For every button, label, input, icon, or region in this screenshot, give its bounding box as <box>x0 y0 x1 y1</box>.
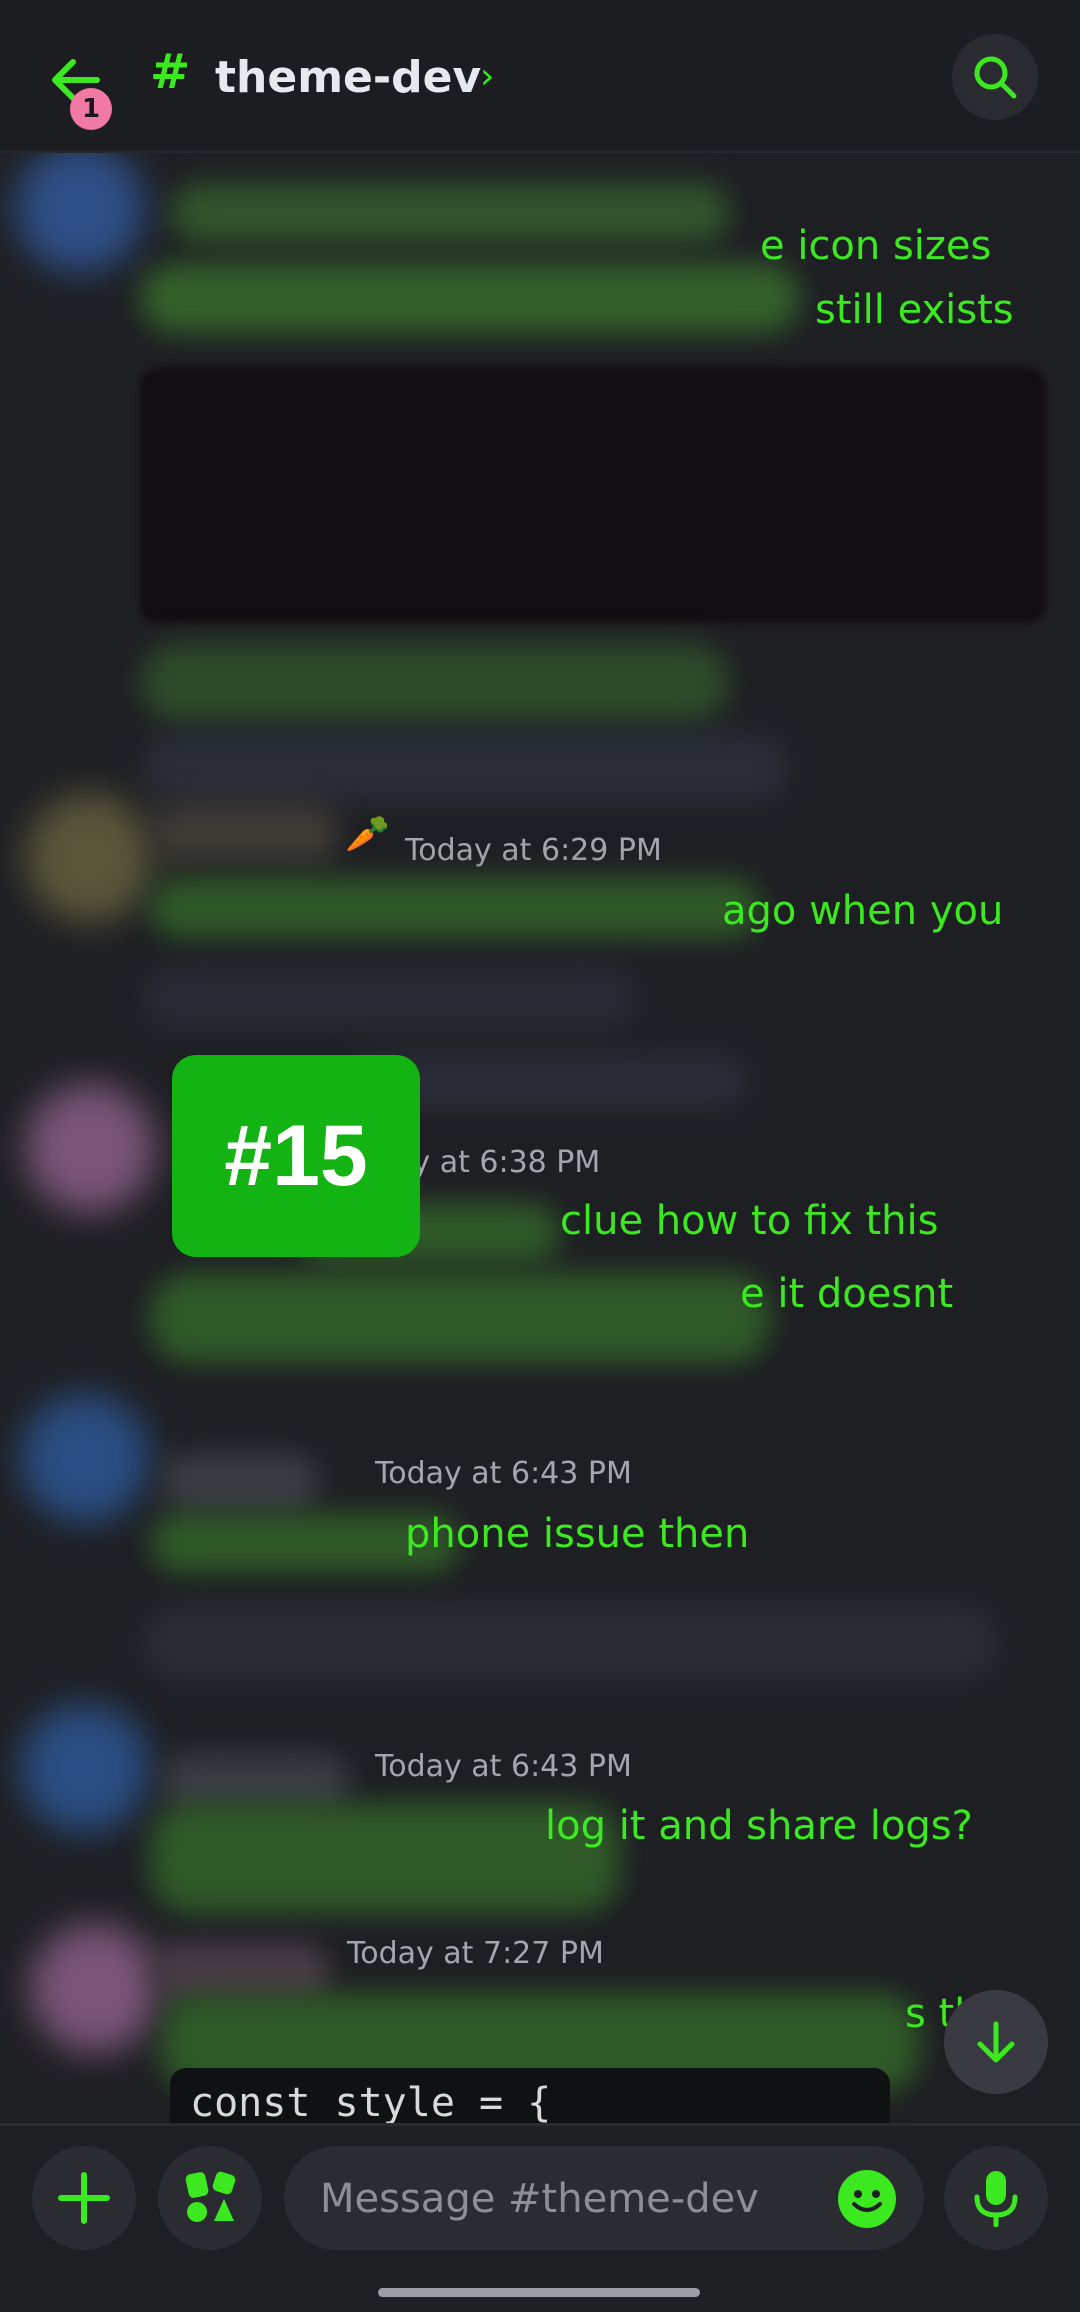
message-text: e it doesnt <box>740 1271 954 1317</box>
chat-screen: 1 # theme-dev › e icon sizes still exist… <box>0 0 1080 2312</box>
avatar <box>25 793 155 923</box>
redacted-block <box>150 803 340 863</box>
redacted-block <box>150 1273 770 1363</box>
message-timestamp: Today at 7:27 PM <box>347 1936 604 1971</box>
carrot-emoji-icon: 🥕 <box>345 814 390 855</box>
avatar <box>25 1083 155 1213</box>
arrow-down-icon <box>977 2021 1015 2063</box>
message-text: log it and share logs? <box>545 1803 973 1849</box>
message-text: still exists <box>815 287 1014 333</box>
apps-icon <box>185 2171 236 2222</box>
message-list[interactable]: e icon sizes still exists 🥕 Today at 6:2… <box>0 153 1080 2123</box>
channel-title[interactable]: theme-dev <box>215 52 481 103</box>
image-attachment[interactable] <box>140 368 1045 623</box>
redacted-block <box>140 643 730 723</box>
apps-button[interactable] <box>158 2146 262 2250</box>
emoji-face-icon <box>852 2190 882 2212</box>
chevron-right-icon[interactable]: › <box>480 56 494 97</box>
jump-to-bottom-button[interactable] <box>944 1990 1048 2094</box>
microphone-icon <box>974 2171 1018 2227</box>
avatar <box>15 153 145 273</box>
home-indicator[interactable] <box>378 2288 700 2297</box>
annotation-label: #15 <box>172 1055 420 1257</box>
message-input-placeholder: Message #theme-dev <box>320 2176 759 2222</box>
message-timestamp: Today at 6:43 PM <box>375 1456 632 1491</box>
channel-header: 1 # theme-dev › <box>0 0 1080 153</box>
redacted-block <box>160 1453 320 1513</box>
avatar <box>30 1923 160 2053</box>
message-timestamp: Today at 6:29 PM <box>405 833 662 868</box>
search-icon <box>974 56 1017 99</box>
avatar <box>20 1703 150 1833</box>
add-button[interactable] <box>32 2146 136 2250</box>
plus-icon <box>58 2172 110 2224</box>
redacted-block <box>140 1603 1000 1683</box>
message-text: phone issue then <box>405 1511 750 1557</box>
redacted-block <box>150 878 760 938</box>
redacted-block <box>140 263 800 333</box>
search-button[interactable] <box>952 34 1038 120</box>
redacted-block <box>140 733 790 803</box>
unread-badge: 1 <box>70 88 112 130</box>
voice-message-button[interactable] <box>944 2146 1048 2250</box>
message-text: clue how to fix this <box>560 1198 939 1244</box>
redacted-block <box>140 963 640 1033</box>
avatar <box>20 1393 150 1523</box>
message-text: e icon sizes <box>760 223 992 269</box>
channel-hash-icon: # <box>150 44 191 100</box>
message-text: ago when you <box>722 888 1004 934</box>
message-timestamp: Today at 6:43 PM <box>375 1749 632 1784</box>
redacted-block <box>170 183 730 243</box>
emoji-icon[interactable] <box>838 2170 896 2228</box>
